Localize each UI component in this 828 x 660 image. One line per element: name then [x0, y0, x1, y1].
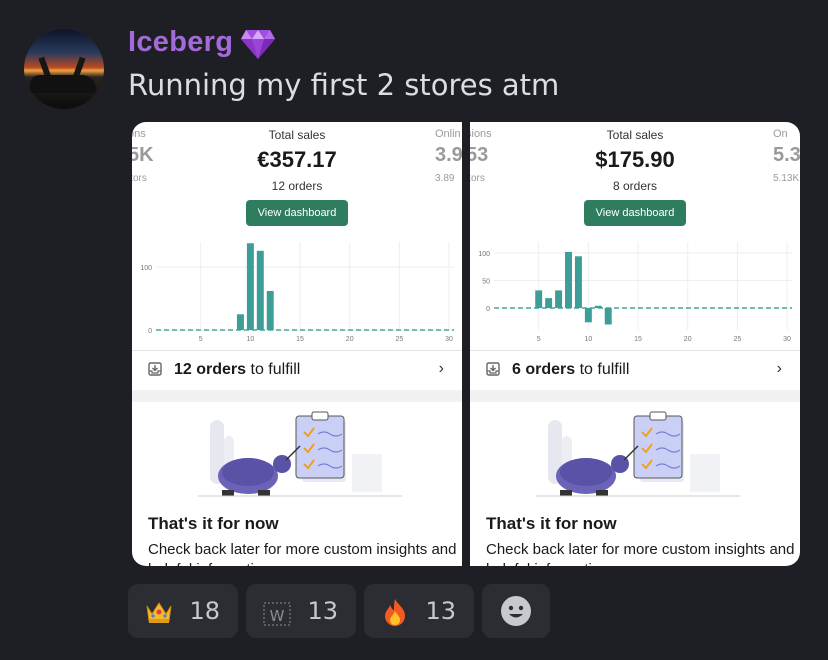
x-tick-label: 15: [296, 336, 304, 343]
x-tick-label: 25: [733, 336, 741, 343]
reaction-count: 18: [189, 597, 220, 625]
chart-bar: [236, 314, 244, 330]
orders-count: 12 orders: [271, 179, 323, 193]
x-tick-label: 20: [684, 336, 692, 343]
total-sales-label: Total sales: [606, 128, 664, 142]
online-label: Onlin: [435, 128, 461, 140]
chart-bar: [535, 290, 543, 308]
online-label: On: [773, 128, 788, 140]
chart-bar: [604, 308, 612, 325]
total-sales-stat: Total sales €357.17 12 orders: [132, 128, 462, 193]
chart-bar: [594, 305, 602, 308]
avatar[interactable]: [24, 29, 104, 109]
x-tick-label: 25: [395, 336, 403, 343]
x-tick-label: 10: [584, 336, 592, 343]
done-subtitle: Check back later for more custom insight…: [486, 541, 795, 566]
chart-bar: [256, 250, 264, 330]
chart-bar: [555, 290, 563, 308]
y-tick-label: 50: [482, 279, 490, 286]
car-silhouette: [30, 75, 96, 93]
w-box-icon: W: [263, 602, 291, 626]
add-reaction-button[interactable]: [482, 584, 550, 638]
author-name[interactable]: Iceberg: [128, 26, 233, 59]
orders-count: 8 orders: [612, 179, 658, 193]
online-value: 3.9: [435, 144, 462, 166]
reaction-w-box[interactable]: W 13: [246, 584, 356, 638]
total-sales-label: Total sales: [268, 128, 326, 142]
image-attachments[interactable]: ons 5K itors Total sales €357.17 12 orde…: [132, 122, 800, 566]
y-tick-label: 0: [148, 328, 152, 335]
fulfill-text: 6 orders to fulfill: [512, 361, 629, 379]
online-sub: 3.89: [435, 173, 455, 184]
chart-bar: [584, 308, 592, 323]
online-value: 5.3: [773, 144, 800, 166]
sales-bar-chart: 100 50 0 5 10 15 20 25 30: [478, 242, 792, 343]
x-tick-label: 5: [199, 336, 203, 343]
x-tick-label: 30: [445, 336, 453, 343]
svg-text:W: W: [270, 607, 285, 625]
reaction-count: 13: [425, 597, 456, 625]
chart-bar: [545, 298, 553, 308]
fulfill-suffix: to fulfill: [579, 361, 630, 378]
reaction-crown[interactable]: 18: [128, 584, 238, 638]
turtle-clipboard-illustration: [536, 411, 740, 497]
fulfill-count: 12 orders: [174, 361, 247, 378]
fulfill-suffix: to fulfill: [250, 361, 301, 378]
fulfill-text: 12 orders to fulfill: [174, 361, 300, 379]
chart-bar: [266, 291, 274, 330]
reaction-fire[interactable]: 13: [364, 584, 474, 638]
orders-to-fulfill-row[interactable]: 6 orders to fulfill ›: [470, 350, 800, 390]
y-tick-label: 100: [140, 265, 152, 272]
section-gap: [132, 390, 462, 402]
chevron-right-icon: ›: [438, 360, 444, 377]
done-title: That's it for now: [486, 514, 617, 533]
x-tick-label: 30: [783, 336, 791, 343]
y-tick-label: 0: [486, 306, 490, 313]
x-tick-label: 15: [634, 336, 642, 343]
orders-to-fulfill-row[interactable]: 12 orders to fulfill ›: [132, 350, 462, 390]
x-tick-label: 20: [346, 336, 354, 343]
crown-icon: [146, 602, 172, 623]
total-sales-value: $175.90: [595, 147, 675, 172]
reaction-count: 13: [307, 597, 338, 625]
online-stat-partial: Onlin 3.9 3.89: [435, 128, 462, 184]
done-title: That's it for now: [148, 514, 279, 533]
x-tick-label: 5: [537, 336, 541, 343]
total-sales-value: €357.17: [257, 147, 337, 172]
turtle-clipboard-illustration: [198, 411, 402, 497]
chevron-right-icon: ›: [776, 360, 782, 377]
gem-icon: [241, 30, 275, 59]
view-dashboard-button[interactable]: View dashboard: [246, 200, 348, 226]
chart-bar: [246, 243, 254, 330]
download-box-icon: [148, 362, 162, 376]
x-tick-label: 10: [246, 336, 254, 343]
chart-bar: [574, 256, 582, 308]
chart-bar: [565, 251, 572, 308]
fire-icon: [385, 599, 405, 626]
message-text: Running my first 2 stores atm: [128, 68, 560, 102]
fulfill-count: 6 orders: [512, 361, 576, 378]
smiley-add-icon: [501, 596, 531, 626]
y-tick-label: 100: [478, 251, 490, 258]
online-sub: 5.13K: [773, 173, 800, 184]
sales-bar-chart: 100 0 5 10 15 20 25 30: [140, 242, 454, 343]
view-dashboard-button[interactable]: View dashboard: [584, 200, 686, 226]
online-stat-partial: On 5.3 5.13K: [773, 128, 800, 184]
done-subtitle: Check back later for more custom insight…: [148, 541, 457, 566]
total-sales-stat: Total sales $175.90 8 orders: [470, 128, 800, 193]
section-gap: [470, 390, 800, 402]
attachment-image-store-1[interactable]: ons 5K itors Total sales €357.17 12 orde…: [132, 122, 462, 566]
attachment-image-store-2[interactable]: sions 53 itors Total sales $175.90 8 ord…: [470, 122, 800, 566]
download-box-icon: [486, 362, 500, 376]
